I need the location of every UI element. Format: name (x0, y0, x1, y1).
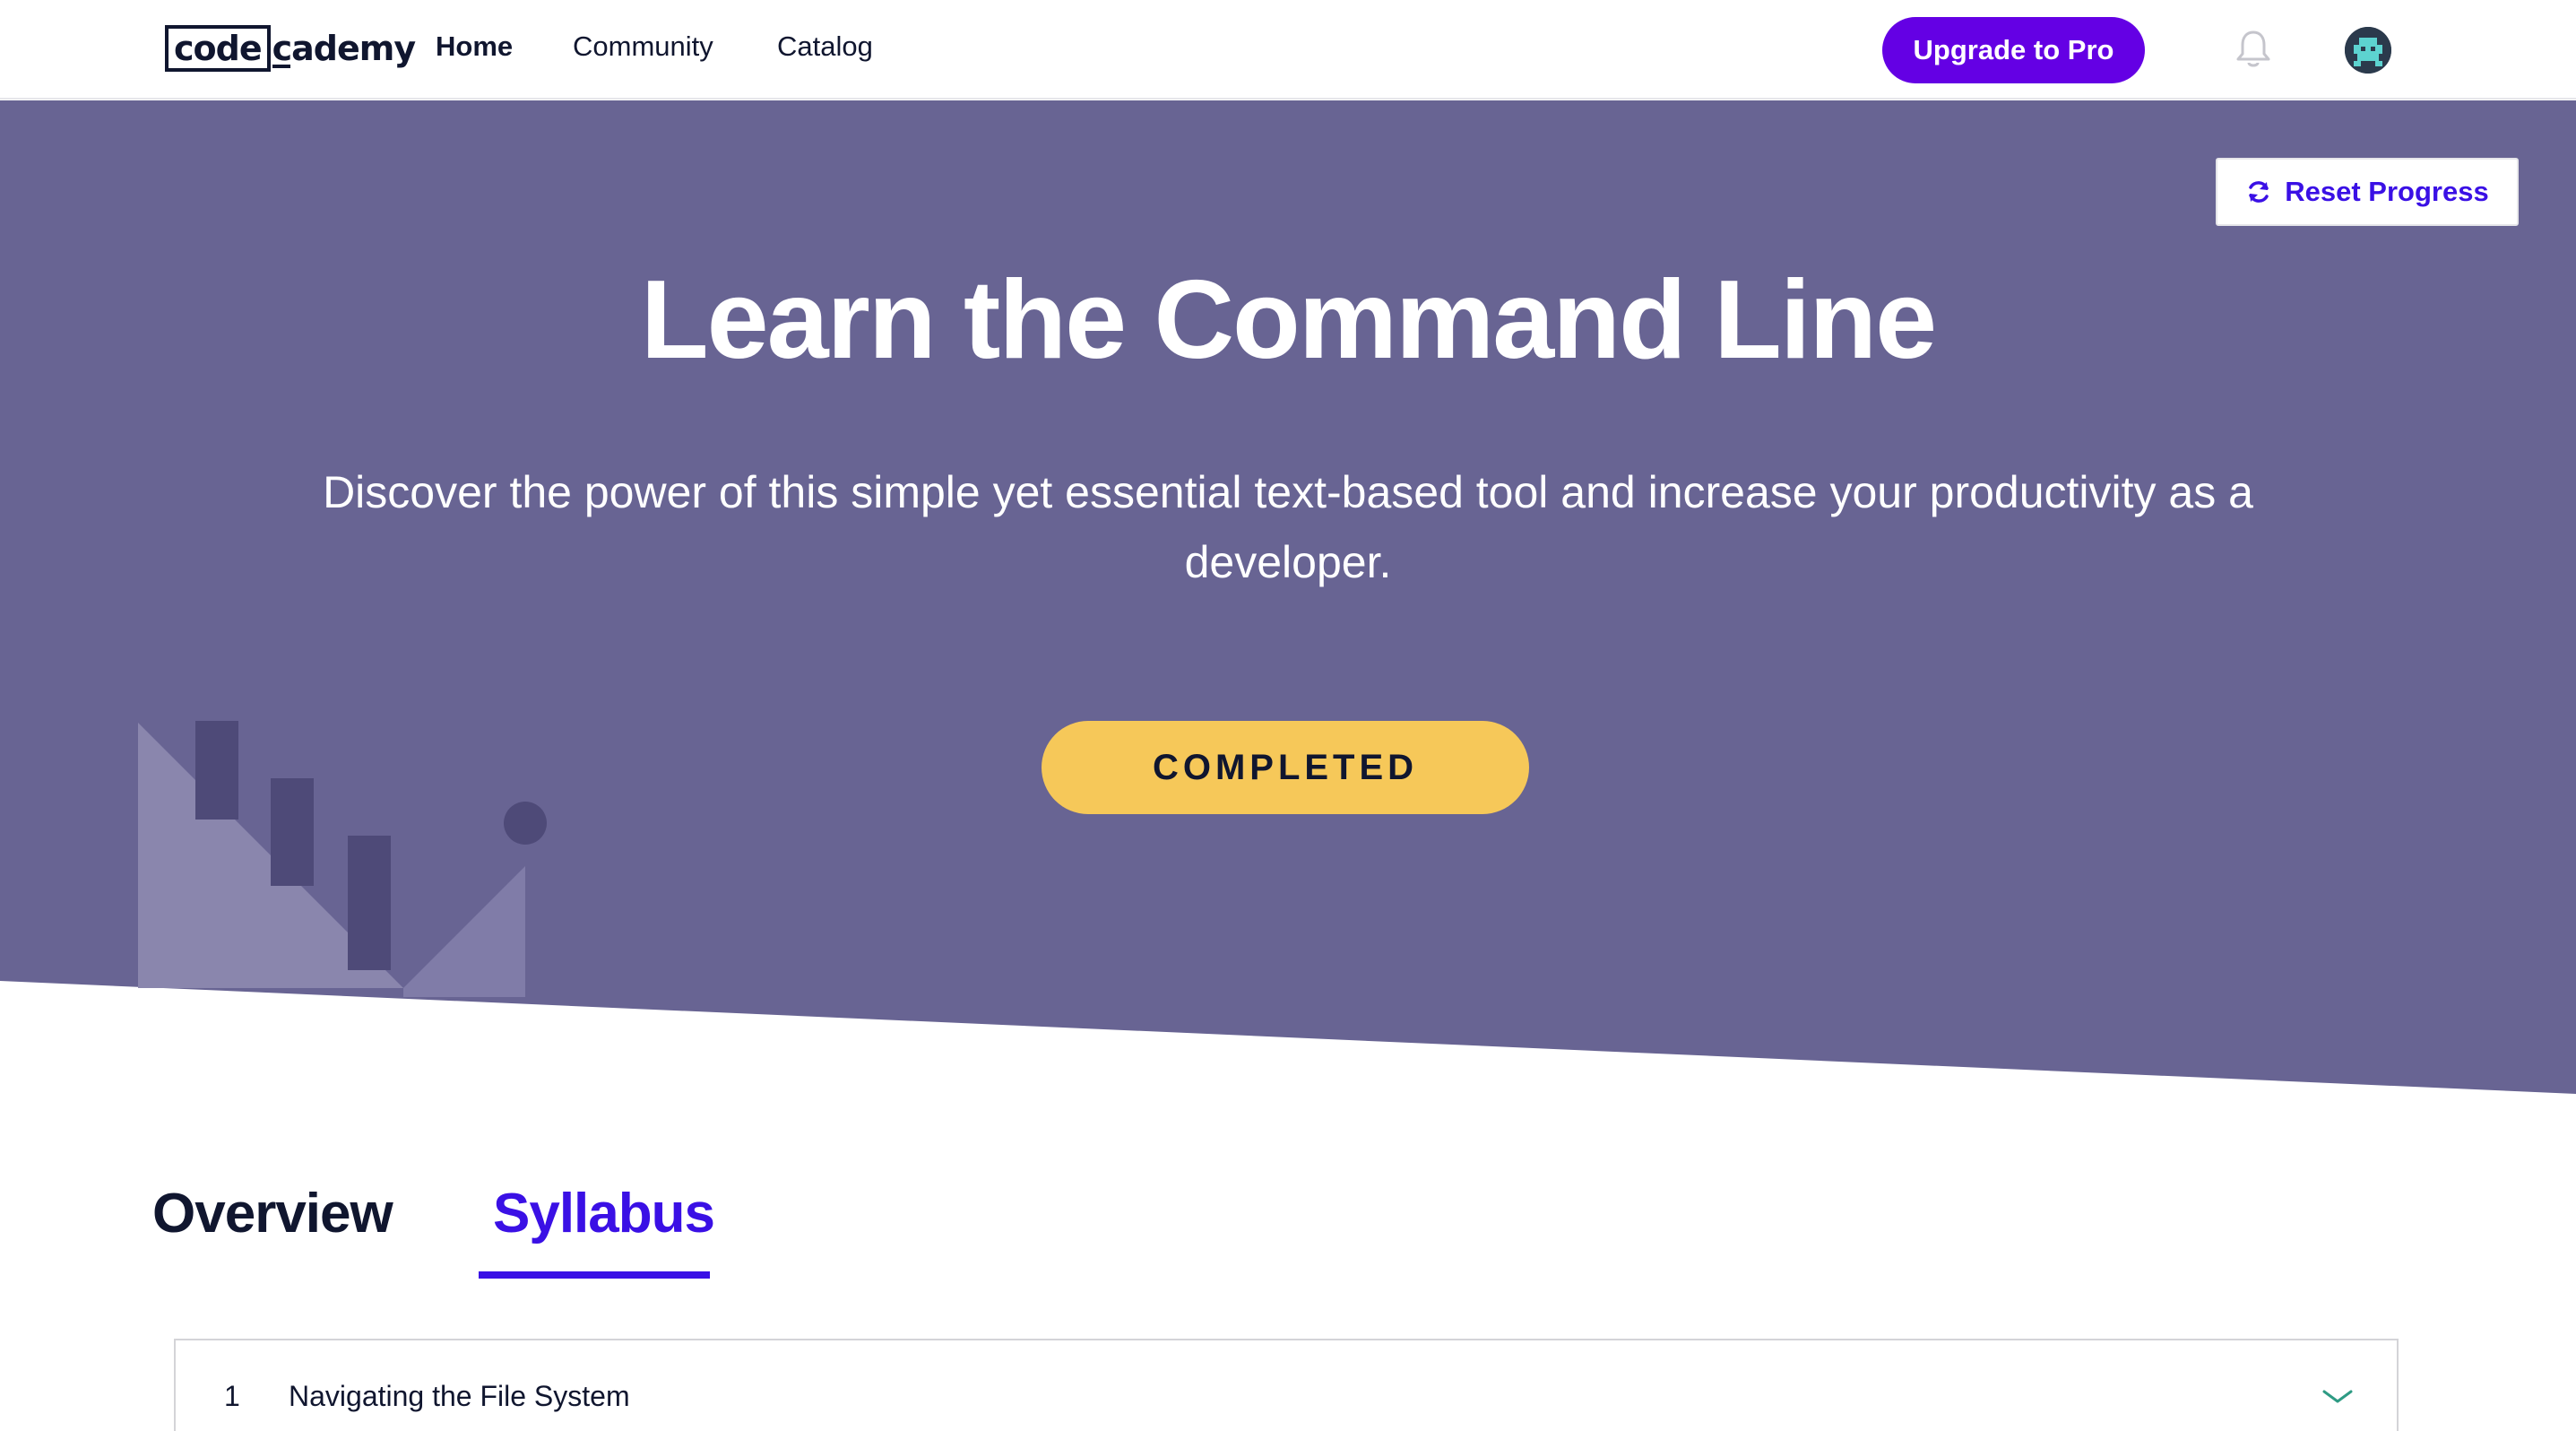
decorative-bar (271, 778, 314, 886)
course-hero: Reset Progress Learn the Command Line Di… (0, 100, 2576, 1096)
reset-progress-button[interactable]: Reset Progress (2216, 158, 2519, 226)
decorative-bar (348, 836, 391, 970)
module-title: Navigating the File System (289, 1380, 630, 1412)
syllabus-module-row[interactable]: 1 Navigating the File System (176, 1340, 2397, 1431)
tab-overview[interactable]: Overview (152, 1182, 393, 1245)
decorative-circle (504, 802, 547, 845)
course-title: Learn the Command Line (640, 258, 1937, 382)
completed-status-button[interactable]: COMPLETED (1042, 721, 1529, 814)
active-tab-indicator (479, 1271, 710, 1279)
reset-progress-label: Reset Progress (2285, 176, 2489, 207)
hero-background (0, 100, 2576, 1094)
module-number: 1 (224, 1380, 240, 1412)
nav-home-link[interactable]: Home (436, 30, 513, 63)
nav-catalog-link[interactable]: Catalog (777, 30, 873, 63)
bell-icon[interactable] (2235, 29, 2271, 70)
refresh-icon (2249, 181, 2269, 203)
chevron-down-icon[interactable] (2321, 1387, 2354, 1407)
avatar[interactable] (2345, 27, 2391, 74)
decorative-bar (195, 721, 238, 820)
logo-rest-text: cademy (272, 29, 416, 68)
syllabus-list: 1 Navigating the File System (174, 1339, 2399, 1431)
upgrade-to-pro-button[interactable]: Upgrade to Pro (1882, 17, 2145, 83)
codecademy-logo[interactable]: code cademy (165, 25, 416, 72)
top-nav: code cademy Home Community Catalog Upgra… (0, 0, 2576, 100)
tab-syllabus[interactable]: Syllabus (493, 1182, 715, 1245)
logo-box-text: code (165, 25, 271, 72)
nav-community-link[interactable]: Community (573, 30, 713, 63)
course-description: Discover the power of this simple yet es… (323, 467, 2253, 587)
